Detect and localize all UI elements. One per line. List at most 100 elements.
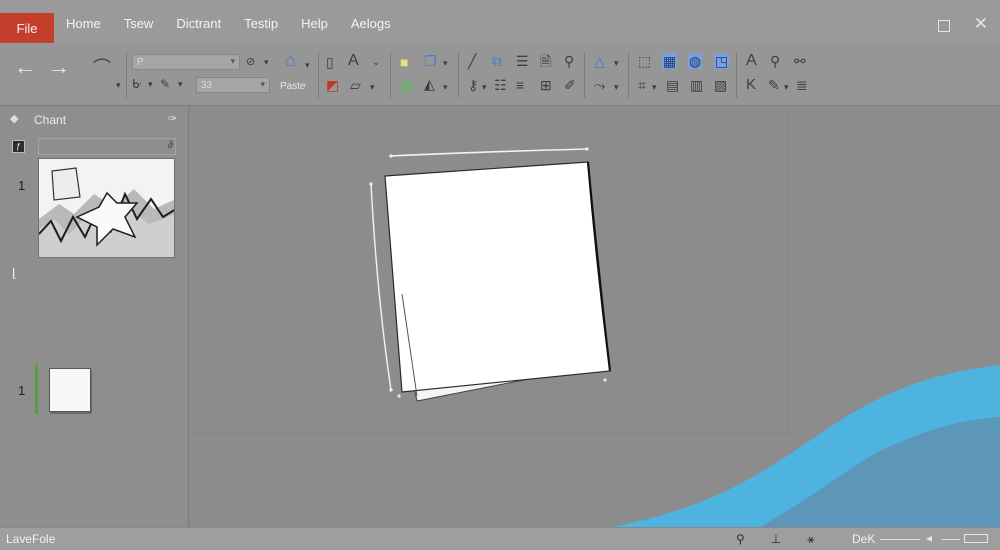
font-name-field[interactable]: P ▾ <box>132 54 240 70</box>
dropdown-icon[interactable]: ▾ <box>443 56 448 70</box>
chevron-down-icon: ▾ <box>260 79 265 89</box>
ribbon-divider <box>458 52 459 98</box>
replace-icon[interactable]: ⚯ <box>794 54 806 68</box>
accessibility-icon[interactable]: ⚲ <box>736 532 745 547</box>
menu-item-home[interactable]: Home <box>66 16 101 31</box>
paste-icon[interactable]: ⌂ <box>285 51 296 69</box>
zoom-in-icon[interactable]: ◂ <box>926 531 932 545</box>
ribbon-divider <box>390 52 391 98</box>
dropdown-icon[interactable]: ▾ <box>370 80 375 94</box>
panel-search-input[interactable]: ∂ <box>38 138 176 155</box>
animation-icon[interactable]: ⤳ <box>594 78 605 92</box>
menu-item-help[interactable]: Help <box>301 16 328 31</box>
sketched-paper-shape[interactable] <box>365 146 625 416</box>
distribute-icon[interactable]: ≡ <box>516 78 524 92</box>
file-menu-tab[interactable]: File <box>0 13 54 43</box>
pin-icon[interactable]: ✑ <box>168 112 177 125</box>
slide-thumbnail-1[interactable] <box>38 158 175 258</box>
kerning-icon[interactable]: K <box>746 77 756 92</box>
slide-number: 1 <box>18 178 26 193</box>
menu-item-testip[interactable]: Testip <box>244 16 278 31</box>
slide-canvas[interactable] <box>190 106 1000 527</box>
font-name-value: P <box>137 56 144 68</box>
shape-fill-icon[interactable]: ◩ <box>326 78 339 92</box>
present-icon[interactable]: ◳ <box>714 53 730 69</box>
dropdown-icon[interactable]: ▾ <box>614 56 619 70</box>
close-icon[interactable]: ✕ <box>974 14 988 34</box>
ribbon-toolbar: ← → ⌒ ▾ P ▾ ⊘ ▾ ᑿ ▾ ✎ ▾ 33 ▾ ⌂ ▾ Paste ▯… <box>0 44 1000 106</box>
bold-icon[interactable]: ᑿ <box>132 77 142 91</box>
group-icon[interactable]: ⊞ <box>540 78 552 92</box>
dropdown-icon[interactable]: ▾ <box>178 77 183 91</box>
align-icon[interactable]: ☰ <box>516 54 529 68</box>
outline-icon[interactable]: ▧ <box>714 78 727 92</box>
status-icons: ⚲ ⊥ ⚹ <box>736 532 814 547</box>
dropdown-icon[interactable]: ▾ <box>784 80 789 94</box>
note-icon[interactable]: ■ <box>400 55 408 69</box>
view-toggle-icon[interactable]: ⚹ <box>807 532 814 547</box>
zoom-slider[interactable] <box>880 539 920 540</box>
list-icon[interactable]: ☷ <box>494 78 507 92</box>
dropdown-icon[interactable]: ▾ <box>264 55 269 69</box>
arrange-icon[interactable]: ⧉ <box>492 54 502 68</box>
select-pane-icon[interactable]: ⬚ <box>638 54 651 68</box>
chevron-down-icon: ▾ <box>230 56 235 66</box>
ribbon-divider <box>628 52 629 98</box>
brush-icon: ∂ <box>168 140 173 151</box>
highlight-icon[interactable]: ✎ <box>768 78 780 92</box>
dropdown-icon[interactable]: ▾ <box>305 58 310 72</box>
brush-icon[interactable]: ⚲ <box>564 54 574 68</box>
globe-icon[interactable]: ◍ <box>688 53 703 69</box>
shapes-icon[interactable]: ◭ <box>424 77 435 91</box>
ribbon-divider <box>736 52 737 98</box>
notes-icon[interactable]: ▤ <box>666 78 679 92</box>
menu-item-aelogs[interactable]: Aelogs <box>351 16 391 31</box>
font-size-value: 33 <box>201 79 213 91</box>
format-painter-icon[interactable]: ▱ <box>350 78 361 92</box>
picture-icon[interactable]: ▣ <box>400 78 413 92</box>
status-bar: LaveFole ⚲ ⊥ ⚹ DeK ◂ <box>0 527 1000 550</box>
comments-icon[interactable]: ▥ <box>690 78 703 92</box>
slide-1-preview <box>39 159 174 257</box>
line-icon[interactable]: ╱ <box>468 54 476 68</box>
dropdown-icon[interactable]: ▾ <box>614 80 619 94</box>
font-size-field[interactable]: 33 ▾ <box>196 77 270 93</box>
search-icon[interactable]: ⚲ <box>770 54 780 68</box>
zoom-slider-track[interactable] <box>942 539 960 540</box>
dropdown-icon[interactable]: ▾ <box>652 80 657 94</box>
slide-thumbnail-2[interactable] <box>49 368 91 412</box>
menu-item-dictrant[interactable]: Dictrant <box>176 16 221 31</box>
panel-icon: ◆ <box>10 113 19 125</box>
notes-toggle-icon[interactable]: ⊥ <box>771 532 781 547</box>
paragraph-icon[interactable]: ≣ <box>796 78 808 92</box>
dropdown-icon[interactable]: ▾ <box>116 78 121 92</box>
effects-icon[interactable]: △ <box>594 54 605 68</box>
document-icon[interactable]: 🗎 <box>540 54 551 68</box>
text-style-icon[interactable]: A <box>746 53 757 69</box>
pen-icon[interactable]: ✎ <box>160 77 170 91</box>
draw-icon[interactable]: ✐ <box>564 78 576 92</box>
dropdown-icon[interactable]: ▾ <box>482 80 487 94</box>
dropdown-icon[interactable]: ▾ <box>443 80 448 94</box>
ribbon-divider <box>584 52 585 98</box>
fit-to-window-icon[interactable] <box>964 534 988 543</box>
zoom-label: DeK <box>852 532 876 546</box>
format-icon[interactable]: ƒ <box>12 140 25 153</box>
paste-label[interactable]: Paste <box>280 80 306 94</box>
eyedropper-icon[interactable]: ⚷ <box>468 78 478 92</box>
grid-view-icon[interactable]: ▦ <box>662 53 678 69</box>
text-box-icon[interactable]: ▯ <box>326 55 334 69</box>
layout-icon[interactable]: ❐ <box>424 54 437 68</box>
crop-icon[interactable]: ⌗ <box>638 78 646 92</box>
panel-title: Chant <box>34 113 67 127</box>
undo-icon[interactable]: ← <box>14 56 36 78</box>
chevron-down-icon[interactable]: ⌄ <box>372 56 380 70</box>
font-color-icon[interactable]: A <box>348 53 359 69</box>
font-size-up-icon[interactable]: ⊘ <box>246 55 255 69</box>
dropdown-icon[interactable]: ▾ <box>148 77 153 91</box>
decorative-wave <box>610 365 1000 527</box>
maximize-icon[interactable] <box>938 20 950 32</box>
redo-icon[interactable]: → <box>48 56 70 78</box>
lasso-select-icon[interactable]: ⌒ <box>93 59 111 77</box>
menu-item-tsew[interactable]: Tsew <box>124 16 154 31</box>
